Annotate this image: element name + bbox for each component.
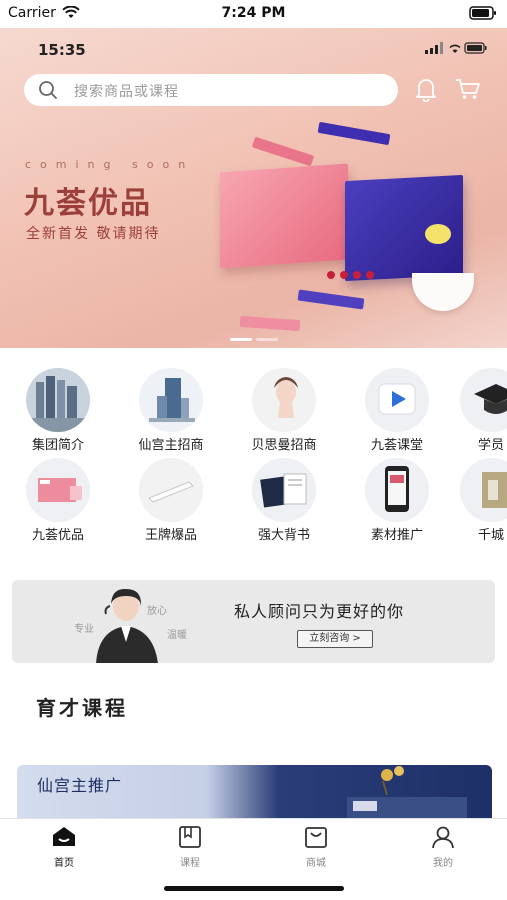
- phone-icon: [365, 458, 429, 522]
- tab-home[interactable]: 首页: [34, 825, 94, 869]
- consult-word: 温暖: [167, 630, 187, 641]
- coming-soon-text: coming soon: [25, 158, 195, 171]
- bell-icon[interactable]: [414, 76, 438, 102]
- consult-title: 私人顾问只为更好的你: [234, 602, 405, 621]
- model-icon: [252, 368, 316, 432]
- tab-label: 课程: [180, 858, 200, 869]
- category-materials[interactable]: 素材推广: [347, 458, 447, 543]
- home-icon: [53, 827, 75, 846]
- tower-icon: [139, 368, 203, 432]
- status-time: 7:24 PM: [221, 5, 286, 21]
- banner-slogan: 全新首发 敬请期待: [26, 226, 161, 242]
- category-jiuhui-class[interactable]: 九荟课堂: [347, 368, 447, 453]
- berry-image: [353, 271, 361, 279]
- course-card[interactable]: 仙宫主推广: [17, 765, 492, 820]
- category-label: 九荟优品: [31, 528, 84, 543]
- category-label: 强大背书: [257, 528, 310, 543]
- search-input[interactable]: 搜索商品或课程: [24, 74, 398, 106]
- building-icon: [26, 368, 90, 432]
- pagination-dot: [256, 338, 278, 341]
- category-label: 千城: [478, 528, 505, 543]
- book-icon: [179, 826, 201, 848]
- home-indicator[interactable]: [164, 886, 344, 891]
- category-label: 九荟课堂: [370, 438, 423, 453]
- storefront-icon: [460, 458, 507, 522]
- category-label: 集团简介: [31, 438, 84, 453]
- consult-word: 放心: [147, 606, 167, 617]
- course-card-image: [347, 766, 467, 820]
- consult-now-button[interactable]: 立刻咨询 >: [297, 630, 373, 648]
- tab-courses[interactable]: 课程: [160, 825, 220, 869]
- section-title: 育才课程: [36, 696, 128, 720]
- tab-label: 商城: [306, 858, 326, 869]
- banner-status-icons: [425, 42, 487, 54]
- product-box-icon: [26, 458, 90, 522]
- banner-pagination: [230, 338, 278, 341]
- pagination-dot-active: [230, 338, 252, 341]
- berry-image: [366, 271, 374, 279]
- category-label: 学员: [478, 438, 505, 453]
- user-icon: [432, 826, 454, 849]
- category-label: 素材推广: [370, 528, 423, 543]
- search-icon: [39, 81, 57, 99]
- pink-sachet-image: [239, 315, 301, 332]
- tab-mall[interactable]: 商城: [286, 825, 346, 869]
- tab-me[interactable]: 我的: [413, 825, 473, 869]
- cart-icon[interactable]: [455, 78, 481, 100]
- hero-banner[interactable]: 15:35 搜索商品或课程 coming soon 九荟优品 全新首发 敬请期待: [0, 28, 507, 348]
- consultant-banner[interactable]: 专业 放心 温暖 私人顾问只为更好的你 立刻咨询 >: [12, 580, 495, 663]
- category-group-intro[interactable]: 集团简介: [8, 368, 108, 453]
- banner-title: 九荟优品: [24, 186, 152, 221]
- status-bar: Carrier 7:24 PM: [0, 0, 507, 28]
- teacup-image: [412, 273, 474, 311]
- category-endorsement[interactable]: 强大背书: [234, 458, 334, 543]
- berry-image: [340, 271, 348, 279]
- category-thousand-cities[interactable]: 千城: [460, 458, 507, 543]
- play-icon: [365, 368, 429, 432]
- pink-sachet-image: [251, 136, 315, 167]
- banner-inner-time: 15:35: [38, 41, 86, 59]
- category-hit-products[interactable]: 王牌爆品: [121, 458, 221, 543]
- battery-icon: [469, 6, 496, 20]
- search-placeholder: 搜索商品或课程: [74, 84, 179, 100]
- category-beisiman[interactable]: 贝思曼招商: [234, 368, 334, 453]
- consult-word: 专业: [74, 624, 94, 635]
- category-label: 王牌爆品: [144, 528, 197, 543]
- shopping-bag-icon: [305, 827, 327, 848]
- category-label: 贝思曼招商: [251, 438, 317, 453]
- graduation-cap-icon: [460, 368, 507, 432]
- category-students[interactable]: 学员: [460, 368, 507, 453]
- berry-image: [327, 271, 335, 279]
- category-label: 仙宫主招商: [138, 438, 204, 453]
- purple-sachet-image: [297, 289, 365, 310]
- consultant-avatar: [96, 588, 158, 663]
- certificate-icon: [252, 458, 316, 522]
- tab-label: 我的: [433, 858, 453, 869]
- lemon-image: [425, 224, 451, 244]
- category-jiuhui-products[interactable]: 九荟优品: [8, 458, 108, 543]
- pink-product-box-image: [220, 163, 348, 269]
- purple-sachet-image: [317, 121, 391, 146]
- category-xiangongzhu[interactable]: 仙宫主招商: [121, 368, 221, 453]
- tab-label: 首页: [54, 858, 74, 869]
- product-strip-icon: [139, 458, 203, 522]
- course-card-label: 仙宫主推广: [37, 776, 123, 795]
